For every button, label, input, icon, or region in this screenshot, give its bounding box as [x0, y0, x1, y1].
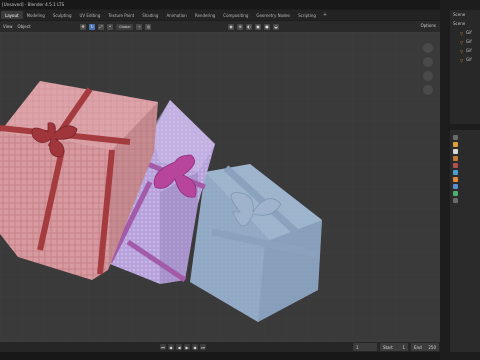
object-icon: ▽: [460, 39, 464, 45]
start-frame-field[interactable]: Start 1: [380, 343, 408, 351]
object-icon: ▽: [460, 30, 464, 36]
menu-view[interactable]: View: [3, 24, 13, 29]
outliner-row[interactable]: ▽ Gif: [450, 28, 480, 37]
physics-icon[interactable]: [452, 191, 458, 196]
tab-rendering[interactable]: Rendering: [191, 11, 219, 19]
current-frame-field[interactable]: 1: [353, 343, 377, 351]
tab-geometry-nodes[interactable]: Geometry Nodes: [252, 11, 294, 19]
scene-icon[interactable]: [452, 163, 458, 168]
shading-material-icon[interactable]: ◒: [273, 23, 279, 30]
properties-tabs: [450, 135, 460, 203]
outliner-row-label: Gif: [466, 39, 472, 44]
end-frame-label: End: [414, 344, 422, 350]
add-workspace-button[interactable]: +: [320, 12, 330, 18]
outliner-row[interactable]: ▽ Gif: [450, 46, 480, 55]
tab-compositing[interactable]: Compositing: [219, 11, 252, 19]
start-frame-value: 1: [402, 344, 405, 350]
scale-icon[interactable]: ⤢: [98, 23, 104, 30]
render-icon[interactable]: [452, 142, 458, 147]
viewport-display-tools: ◉ ⊕ ◐ ▣ ● ◒: [228, 22, 279, 31]
object-icon: ▽: [460, 57, 464, 63]
outliner-row[interactable]: ▽ Gif: [450, 55, 480, 64]
3d-viewport[interactable]: [0, 32, 440, 342]
tab-scripting[interactable]: Scripting: [294, 11, 320, 19]
outliner-row[interactable]: ▽ Gif: [450, 37, 480, 46]
outliner-header-label: Scene: [453, 12, 466, 17]
object-icon: ▽: [460, 48, 464, 54]
menu-object[interactable]: Object: [18, 24, 31, 29]
output-icon[interactable]: [452, 149, 458, 154]
object-properties-icon[interactable]: [452, 177, 458, 182]
jump-end-icon[interactable]: ⏭: [200, 344, 206, 350]
current-frame-value: 1: [356, 344, 359, 350]
xray-icon[interactable]: ▣: [255, 23, 261, 30]
play-icon[interactable]: ▶: [184, 344, 190, 350]
title-bar: [Unsaved] - Blender 4.5.1 LTS: [0, 0, 480, 9]
window-title: [Unsaved] - Blender 4.5.1 LTS: [2, 2, 65, 7]
rotate-icon[interactable]: ↻: [89, 23, 95, 30]
tab-uv-editing[interactable]: UV Editing: [76, 11, 105, 19]
next-keyframe-icon[interactable]: ◆: [192, 344, 198, 350]
gizmo-icon[interactable]: ⊕: [237, 23, 243, 30]
proportional-edit-icon[interactable]: ◎: [145, 23, 152, 30]
move-icon[interactable]: ✥: [80, 23, 86, 30]
outliner-row-label: Gif: [466, 30, 472, 35]
tab-modeling[interactable]: Modeling: [23, 11, 49, 19]
timeline-bar: ⏮ ◆ ◀ ▶ ◆ ⏭ 1 Start 1 End 250: [0, 342, 440, 352]
tab-animation[interactable]: Animation: [162, 11, 190, 19]
tab-shading[interactable]: Shading: [138, 11, 162, 19]
tab-sculpting[interactable]: Sculpting: [49, 11, 76, 19]
orientation-dropdown[interactable]: Global: [116, 23, 134, 30]
tab-texture-paint[interactable]: Texture Paint: [104, 11, 138, 19]
snap-icon[interactable]: ⌁: [136, 23, 143, 30]
viewport-header: View Object ✥ ↻ ⤢ • Global ⌁ ◎ ◉ ⊕ ◐ ▣ ●…: [0, 21, 440, 32]
shading-solid-icon[interactable]: ●: [264, 23, 270, 30]
scene-collection-label: Scene: [453, 21, 466, 26]
end-frame-field[interactable]: End 250: [411, 343, 439, 351]
overlay-icon[interactable]: ◐: [246, 23, 252, 30]
prev-keyframe-icon[interactable]: ◆: [168, 344, 174, 350]
options-menu[interactable]: Options: [421, 23, 436, 28]
constraint-icon[interactable]: [452, 198, 458, 203]
start-frame-label: Start: [383, 344, 393, 350]
outliner-row-label: Gif: [466, 57, 472, 62]
jump-start-icon[interactable]: ⏮: [160, 344, 166, 350]
view-layer-icon[interactable]: [452, 156, 458, 161]
outliner[interactable]: Scene Scene ▽ Gif ▽ Gif ▽ Gif ▽ Gif: [450, 10, 480, 124]
world-icon[interactable]: [452, 170, 458, 175]
pivot-icon[interactable]: •: [107, 23, 113, 30]
scene-collection-row[interactable]: Scene: [450, 19, 480, 28]
transform-tools: ✥ ↻ ⤢ • Global ⌁ ◎: [80, 22, 152, 31]
tool-settings-icon[interactable]: [452, 135, 458, 140]
visibility-icon[interactable]: ◉: [228, 23, 234, 30]
modifier-icon[interactable]: [452, 184, 458, 189]
playback-controls: ⏮ ◆ ◀ ▶ ◆ ⏭: [160, 343, 206, 351]
outliner-row-label: Gif: [466, 48, 472, 53]
tab-layout[interactable]: Layout: [1, 11, 23, 19]
viewport-canvas: [0, 32, 440, 342]
play-reverse-icon[interactable]: ◀: [176, 344, 182, 350]
outliner-header: Scene: [450, 10, 480, 19]
status-bar: [0, 352, 480, 360]
workspace-tabs: Layout Modeling Sculpting UV Editing Tex…: [0, 10, 440, 20]
end-frame-value: 250: [428, 344, 436, 350]
